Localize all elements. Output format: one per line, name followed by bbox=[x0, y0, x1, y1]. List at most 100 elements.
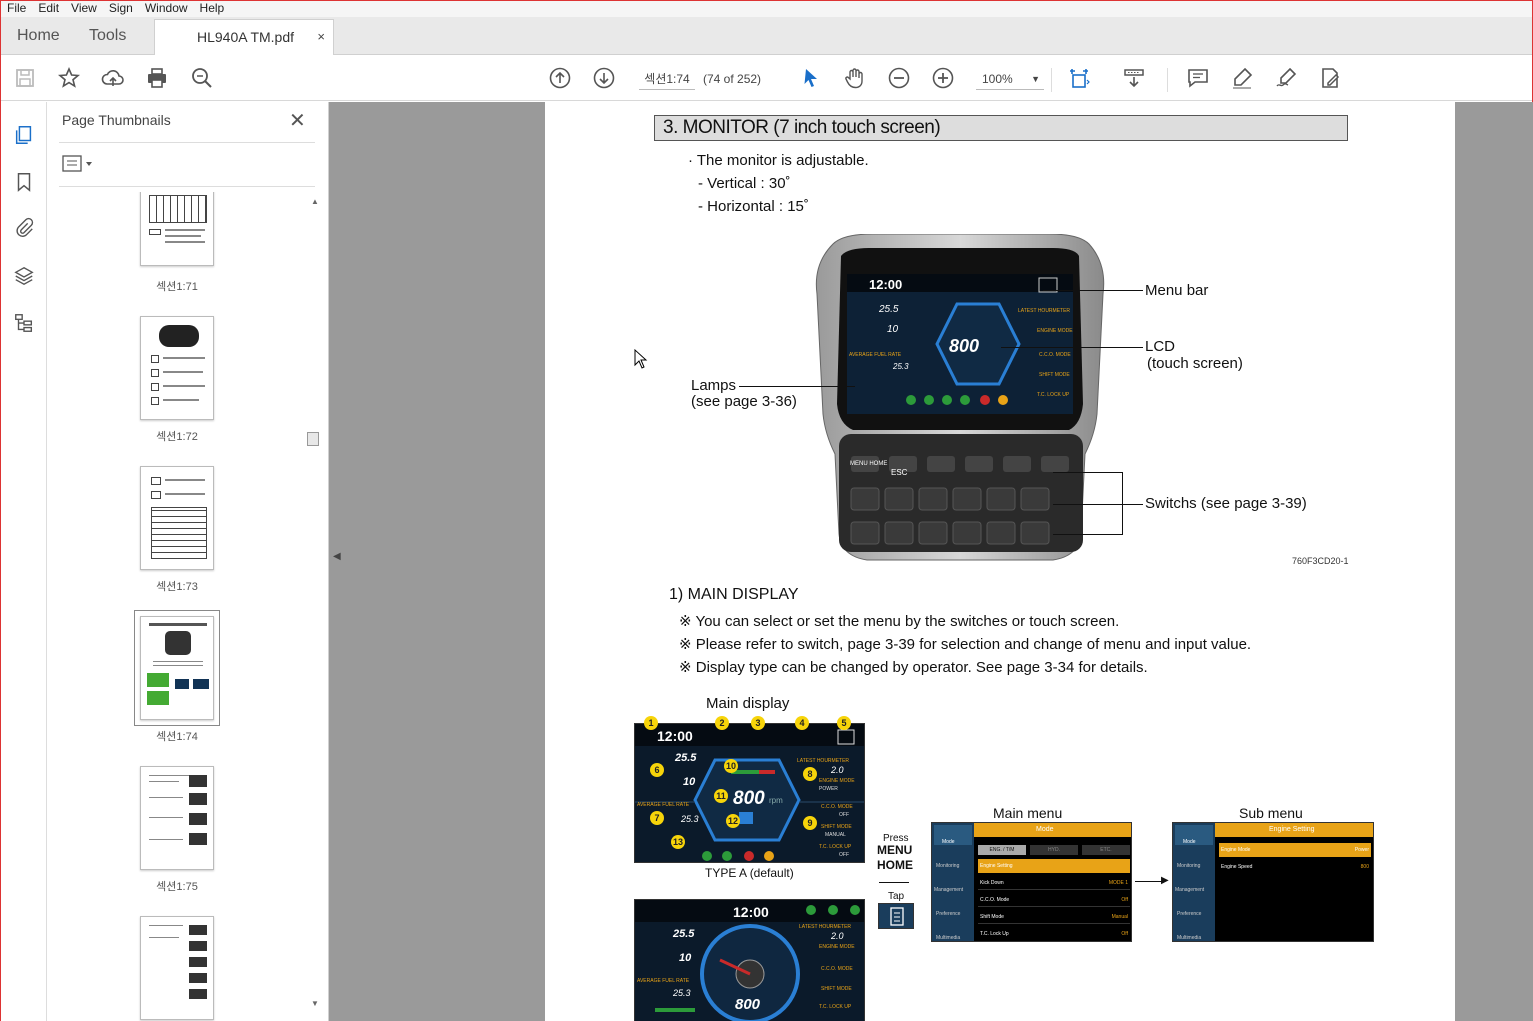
comment-icon[interactable] bbox=[1184, 64, 1212, 92]
horizontal-text: - Horizontal : 15˚ bbox=[698, 198, 809, 215]
screen-fuel-rate: 25.3 bbox=[681, 814, 699, 824]
select-cursor-icon[interactable] bbox=[797, 64, 825, 92]
menu-row[interactable]: C.C.O. Mode Off bbox=[978, 893, 1130, 907]
thumbnail-list: 섹션1:71 섹션1:72 섹션1:73 섹션1:74 섹션1:75 bbox=[47, 192, 309, 1021]
thumbnail-page[interactable] bbox=[140, 316, 214, 420]
menu-row[interactable]: Kick Down MODE 1 bbox=[978, 876, 1130, 890]
print-icon[interactable] bbox=[143, 64, 171, 92]
callout-line bbox=[1053, 504, 1123, 505]
menu-tab-hyd[interactable]: HYD. bbox=[1030, 845, 1078, 855]
svg-text:T.C. LOCK UP: T.C. LOCK UP bbox=[1037, 392, 1070, 398]
thumbnail-page[interactable] bbox=[140, 916, 214, 1020]
menu-tap-icon bbox=[878, 903, 914, 929]
sub-row-value: 800 bbox=[1360, 864, 1369, 870]
menu-row-name: T.C. Lock Up bbox=[980, 931, 1009, 937]
thumbnail-label: 섹션1:74 bbox=[156, 731, 198, 743]
callout-badge: 5 bbox=[837, 716, 851, 730]
thumbnail-page-selected[interactable] bbox=[134, 610, 220, 726]
scrollbar-thumb[interactable] bbox=[307, 432, 319, 446]
screen-b-avg-fuel: AVERAGE FUEL RATE bbox=[637, 978, 690, 984]
save-icon[interactable] bbox=[11, 64, 39, 92]
thumbnail-options-button[interactable] bbox=[61, 154, 97, 174]
vertical-text: - Vertical : 30˚ bbox=[698, 175, 791, 192]
content-tree-icon[interactable] bbox=[11, 310, 37, 336]
callout-lcd: LCD bbox=[1145, 338, 1176, 355]
screen-b-latest-hourmeter: LATEST HOURMETER bbox=[799, 924, 852, 930]
tab-close-icon[interactable]: × bbox=[317, 20, 325, 54]
screen-temp: 10 bbox=[683, 776, 696, 788]
menu-view[interactable]: View bbox=[65, 1, 103, 17]
zoom-out-icon[interactable] bbox=[885, 64, 913, 92]
screen-rpm-unit: rpm bbox=[769, 796, 783, 805]
menu-row-selected[interactable]: Engine Setting bbox=[978, 859, 1130, 873]
scroll-up-icon[interactable]: ▲ bbox=[311, 197, 319, 206]
svg-text:10: 10 bbox=[887, 324, 899, 335]
main-menu-label: Main menu bbox=[993, 805, 1063, 821]
page-thumbnails-icon[interactable] bbox=[11, 122, 37, 148]
screen-time: 12:00 bbox=[657, 728, 693, 744]
menu-row[interactable]: T.C. Lock Up Off bbox=[978, 927, 1130, 941]
svg-text:25.3: 25.3 bbox=[892, 362, 909, 371]
type-a-label: TYPE A (default) bbox=[705, 866, 794, 880]
page-number-input[interactable]: 섹션1:74 bbox=[639, 68, 695, 90]
cloud-upload-icon[interactable] bbox=[99, 64, 127, 92]
menu-window[interactable]: Window bbox=[139, 1, 194, 17]
hand-tool-icon[interactable] bbox=[841, 64, 869, 92]
bookmark-icon[interactable] bbox=[11, 169, 37, 195]
highlight-pen-icon[interactable] bbox=[1228, 64, 1256, 92]
menu-tab-etc[interactable]: ETC. bbox=[1082, 845, 1130, 855]
note-2: ※ Please refer to switch, page 3-39 for … bbox=[679, 636, 1252, 653]
menu-row[interactable]: Shift Mode Manual bbox=[978, 910, 1130, 924]
sign-icon[interactable] bbox=[1272, 64, 1300, 92]
tab-document[interactable]: HL940A TM.pdf × bbox=[154, 19, 334, 55]
menu-sign[interactable]: Sign bbox=[103, 1, 139, 17]
svg-text:LATEST HOURMETER: LATEST HOURMETER bbox=[1018, 308, 1070, 314]
screen-shift-mode: SHIFT MODE bbox=[821, 824, 852, 830]
star-icon[interactable] bbox=[55, 64, 83, 92]
scroll-down-icon[interactable]: ▼ bbox=[311, 999, 319, 1008]
fill-sign-icon[interactable] bbox=[1316, 64, 1344, 92]
menu-help[interactable]: Help bbox=[194, 1, 231, 17]
menu-edit[interactable]: Edit bbox=[32, 1, 65, 17]
toolbar-divider bbox=[1051, 68, 1052, 92]
screen-rpm: 800 bbox=[733, 788, 765, 809]
thumbnail-page[interactable] bbox=[140, 192, 214, 266]
tap-label: Tap bbox=[888, 891, 905, 902]
layers-icon[interactable] bbox=[11, 263, 37, 289]
arrow-right-icon: ▶ bbox=[1161, 875, 1169, 886]
screen-b-time: 12:00 bbox=[733, 904, 769, 920]
sub-row-selected[interactable]: Engine Mode Power bbox=[1219, 843, 1371, 857]
sub-side-monitoring: Monitoring bbox=[1177, 863, 1201, 869]
fit-page-icon[interactable] bbox=[1065, 64, 1093, 92]
svg-text:AVERAGE FUEL RATE: AVERAGE FUEL RATE bbox=[849, 352, 902, 358]
screen-b-voltage: 25.5 bbox=[673, 928, 695, 940]
menu-tab-eng[interactable]: ENG. / T/M bbox=[978, 845, 1026, 855]
screen-b-cco-mode: C.C.O. MODE bbox=[821, 966, 853, 972]
tab-tools[interactable]: Tools bbox=[89, 17, 126, 55]
zoom-select[interactable]: 100% ▼ bbox=[976, 68, 1044, 90]
collapse-panel-icon[interactable]: ◀ bbox=[333, 551, 341, 562]
tab-document-label: HL940A TM.pdf bbox=[197, 29, 295, 45]
menu-file[interactable]: File bbox=[1, 1, 32, 17]
zoom-in-icon[interactable] bbox=[929, 64, 957, 92]
tab-home[interactable]: Home bbox=[17, 17, 60, 55]
close-icon[interactable]: ✕ bbox=[289, 108, 306, 133]
thumbnail-page[interactable] bbox=[140, 766, 214, 870]
thumbnail-page[interactable] bbox=[140, 466, 214, 570]
menu-row-name: Kick Down bbox=[980, 880, 1004, 886]
prev-page-icon[interactable] bbox=[546, 64, 574, 92]
menu-row-name: Shift Mode bbox=[980, 914, 1004, 920]
screen-b-fuel-rate: 25.3 bbox=[673, 988, 691, 998]
next-page-icon[interactable] bbox=[590, 64, 618, 92]
sub-row[interactable]: Engine Speed 800 bbox=[1219, 860, 1371, 874]
menu-title: Mode bbox=[1036, 826, 1054, 833]
menu-label: MENU bbox=[877, 843, 913, 857]
screen-tc-off: OFF bbox=[839, 852, 849, 858]
scroll-mode-icon[interactable] bbox=[1120, 64, 1148, 92]
keypad-menu-home: MENU HOME bbox=[850, 461, 888, 467]
screen-b-shift-mode: SHIFT MODE bbox=[821, 986, 852, 992]
callout-badge: 3 bbox=[751, 716, 765, 730]
menu-row-name: Engine Setting bbox=[980, 863, 1013, 869]
attachment-icon[interactable] bbox=[11, 215, 37, 241]
zoom-search-icon[interactable] bbox=[188, 64, 216, 92]
